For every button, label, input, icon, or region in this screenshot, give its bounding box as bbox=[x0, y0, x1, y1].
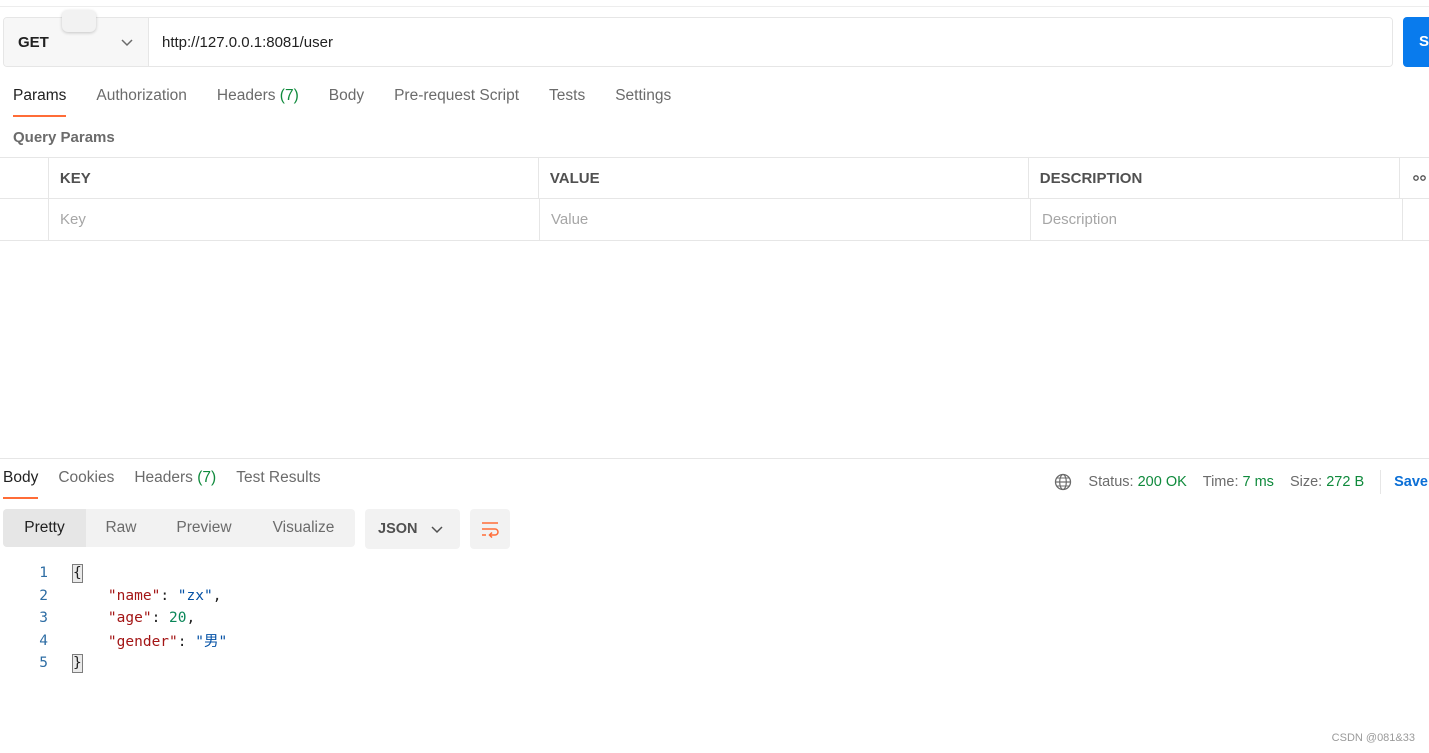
status-label: Status: bbox=[1088, 474, 1134, 490]
line-number: 1 bbox=[39, 565, 48, 582]
format-select[interactable]: JSON bbox=[365, 509, 460, 549]
response-tabs: Body Cookies Headers (7) Test Results bbox=[3, 469, 341, 499]
tab-test-results[interactable]: Test Results bbox=[236, 469, 320, 499]
url-input[interactable] bbox=[149, 18, 1392, 66]
tab-label: Params bbox=[13, 87, 67, 104]
response-status-bar: Status: 200 OK Time: 7 ms Size: 272 B Sa… bbox=[1054, 470, 1429, 494]
line-number: 3 bbox=[39, 610, 48, 627]
json-value: "zx" bbox=[177, 587, 213, 604]
tab-label: Pre-request Script bbox=[394, 87, 520, 104]
table-row: Key Value Description bbox=[0, 199, 1429, 241]
description-input[interactable]: Description bbox=[1031, 199, 1403, 240]
json-value: 20 bbox=[169, 610, 187, 627]
size-value: 272 B bbox=[1326, 474, 1365, 490]
time-label: Time: bbox=[1202, 474, 1239, 490]
tab-label: Settings bbox=[615, 87, 672, 104]
line-number: 2 bbox=[39, 587, 48, 604]
tab-tests[interactable]: Tests bbox=[549, 87, 585, 117]
time-value: 7 ms bbox=[1242, 474, 1274, 490]
row-checkbox-cell bbox=[0, 199, 49, 240]
globe-icon[interactable] bbox=[1054, 473, 1072, 491]
response-body-code[interactable]: 1 { 2 "name": "zx", 3 "age": 20, 4 "gend… bbox=[0, 562, 227, 675]
close-brace: } bbox=[72, 653, 83, 673]
code-line: 3 "age": 20, bbox=[0, 607, 227, 630]
line-number: 5 bbox=[39, 655, 48, 672]
tab-label: Body bbox=[328, 87, 365, 104]
response-divider[interactable] bbox=[0, 458, 1429, 459]
table-header-row: KEY VALUE DESCRIPTION bbox=[0, 157, 1429, 199]
headers-count: (7) bbox=[279, 87, 299, 104]
tab-headers[interactable]: Headers (7) bbox=[217, 87, 299, 117]
json-key: "name" bbox=[107, 587, 161, 604]
view-pretty-button[interactable]: Pretty bbox=[3, 509, 86, 547]
wrap-lines-button[interactable] bbox=[470, 509, 510, 549]
chevron-down-icon bbox=[121, 39, 133, 47]
value-column-header: VALUE bbox=[539, 158, 1029, 198]
wrap-lines-icon bbox=[482, 522, 499, 538]
key-column-header: KEY bbox=[49, 158, 539, 198]
json-comma: , bbox=[212, 587, 222, 604]
status-indicator[interactable]: Status: 200 OK bbox=[1088, 474, 1186, 490]
tab-label: Authorization bbox=[96, 87, 187, 104]
tab-label: Headers bbox=[134, 469, 193, 486]
tab-cookies[interactable]: Cookies bbox=[58, 469, 114, 499]
line-number: 4 bbox=[39, 632, 48, 649]
top-divider bbox=[0, 6, 1429, 7]
status-value: 200 OK bbox=[1137, 474, 1187, 490]
response-headers-count: (7) bbox=[197, 469, 217, 486]
code-line: 5 } bbox=[0, 652, 227, 675]
tab-pre-request-script[interactable]: Pre-request Script bbox=[394, 87, 519, 117]
status-separator bbox=[1380, 470, 1382, 494]
query-params-title: Query Params bbox=[13, 129, 115, 146]
value-input[interactable]: Value bbox=[540, 199, 1031, 240]
tab-body[interactable]: Body bbox=[329, 87, 364, 117]
chevron-down-icon bbox=[431, 526, 443, 534]
format-label: JSON bbox=[378, 521, 418, 537]
tab-label: Test Results bbox=[236, 469, 321, 486]
tab-response-headers[interactable]: Headers (7) bbox=[134, 469, 216, 499]
description-column-header: DESCRIPTION bbox=[1029, 158, 1400, 198]
open-brace: { bbox=[72, 563, 83, 583]
checkbox-column-header bbox=[0, 158, 49, 198]
tab-label: Cookies bbox=[58, 469, 115, 486]
json-key: "age" bbox=[107, 610, 152, 627]
view-mode-group: Pretty Raw Preview Visualize bbox=[3, 509, 355, 547]
tab-response-body[interactable]: Body bbox=[3, 469, 39, 499]
more-horizontal-icon bbox=[1413, 175, 1426, 181]
more-options-button[interactable] bbox=[1400, 158, 1429, 198]
size-label: Size: bbox=[1289, 474, 1323, 490]
tab-settings[interactable]: Settings bbox=[615, 87, 671, 117]
key-input[interactable]: Key bbox=[49, 199, 540, 240]
json-key: "gender" bbox=[107, 634, 178, 651]
request-tabs: Params Authorization Headers (7) Body Pr… bbox=[13, 87, 701, 117]
time-indicator[interactable]: Time: 7 ms bbox=[1203, 474, 1274, 490]
tab-label: Tests bbox=[549, 87, 586, 104]
url-bar: GET bbox=[3, 17, 1393, 67]
tab-params[interactable]: Params bbox=[13, 87, 67, 117]
view-preview-button[interactable]: Preview bbox=[156, 509, 252, 547]
tab-authorization[interactable]: Authorization bbox=[96, 87, 186, 117]
code-line: 4 "gender": "男" bbox=[0, 630, 227, 653]
code-line: 1 { bbox=[0, 562, 227, 585]
json-comma: , bbox=[186, 610, 196, 627]
view-raw-button[interactable]: Raw bbox=[86, 509, 156, 547]
drag-handle[interactable] bbox=[62, 10, 96, 32]
tab-label: Headers bbox=[216, 87, 276, 104]
save-response-button[interactable]: Save bbox=[1394, 474, 1428, 490]
row-extra-cell bbox=[1403, 199, 1429, 240]
view-visualize-button[interactable]: Visualize bbox=[252, 509, 355, 547]
send-button[interactable]: S bbox=[1403, 17, 1429, 67]
method-label: GET bbox=[18, 33, 49, 51]
watermark: CSDN @081&33 bbox=[1331, 732, 1415, 744]
code-line: 2 "name": "zx", bbox=[0, 585, 227, 608]
params-table: KEY VALUE DESCRIPTION Key Value Descript… bbox=[0, 157, 1429, 241]
json-value: "男" bbox=[195, 634, 228, 651]
tab-label: Body bbox=[3, 469, 39, 486]
size-indicator[interactable]: Size: 272 B bbox=[1290, 474, 1364, 490]
